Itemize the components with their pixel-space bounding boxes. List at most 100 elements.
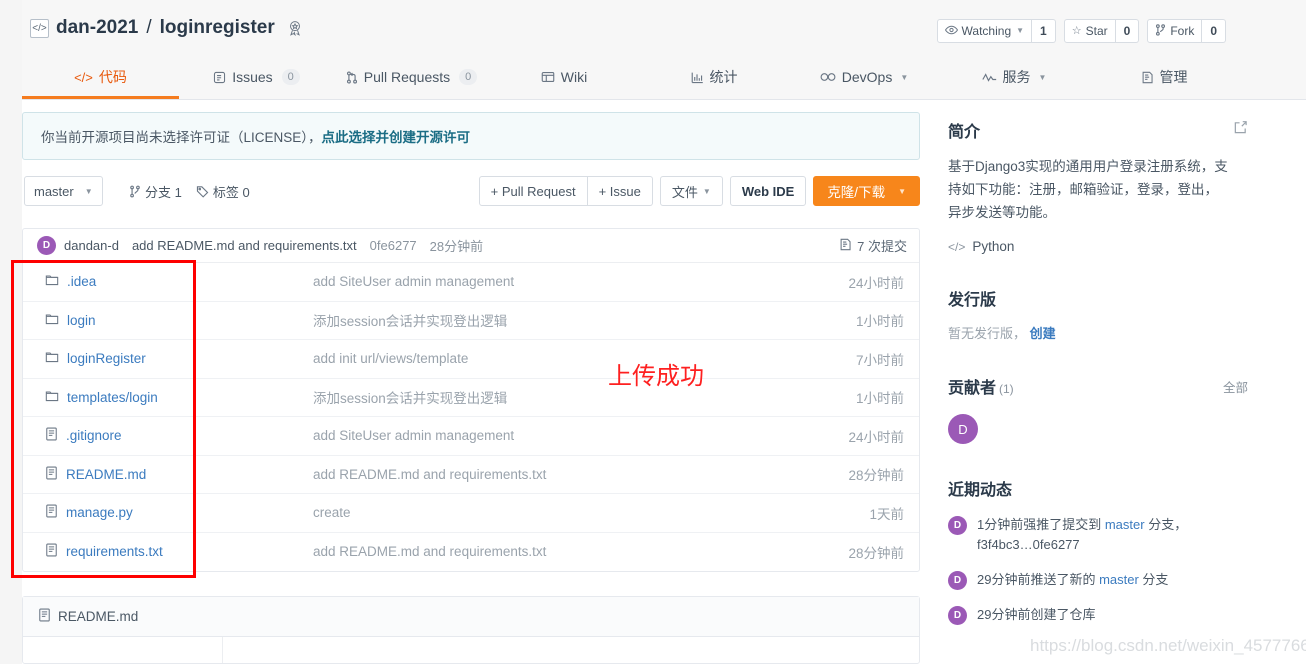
tab-manage[interactable]: 管理 <box>1089 55 1239 99</box>
file-name-cell[interactable]: .gitignore <box>23 427 293 444</box>
file-name-cell[interactable]: login <box>23 312 293 329</box>
repo-name-link[interactable]: loginregister <box>160 17 275 39</box>
tags-label: 标签 0 <box>212 185 250 200</box>
repo-owner-link[interactable]: dan-2021 <box>56 17 138 39</box>
about-section-header: 简介 <box>948 118 1248 142</box>
table-row[interactable]: manage.py create 1天前 <box>23 494 919 533</box>
create-release-link[interactable]: 创建 <box>1030 326 1056 341</box>
folder-icon <box>45 389 59 406</box>
avatar[interactable]: D <box>948 516 967 535</box>
file-commit-message[interactable]: add SiteUser admin management <box>293 274 799 289</box>
fork-count[interactable]: 0 <box>1202 19 1226 43</box>
file-icon <box>45 504 58 521</box>
fork-button[interactable]: Fork <box>1147 19 1203 43</box>
star-button-group[interactable]: ☆ Star 0 <box>1063 19 1140 43</box>
avatar[interactable]: D <box>948 571 967 590</box>
file-name-cell[interactable]: README.md <box>23 466 293 483</box>
tab-wiki-label: Wiki <box>560 69 588 85</box>
tab-wiki[interactable]: Wiki <box>489 55 639 99</box>
commit-sha[interactable]: 0fe6277 <box>370 238 417 253</box>
edit-icon[interactable] <box>1233 120 1248 140</box>
tab-pull-requests-label: Pull Requests <box>363 69 451 85</box>
contributors-all-link[interactable]: 全部 <box>1223 377 1248 396</box>
medal-icon <box>286 19 304 37</box>
avatar[interactable]: D <box>948 414 978 444</box>
file-commit-message[interactable]: create <box>293 505 799 520</box>
issues-icon <box>213 71 226 84</box>
commit-author[interactable]: dandan-d <box>64 238 119 253</box>
repo-nav: </> 代码 Issues 0 Pull Requests 0 Wiki 统计 … <box>22 55 1306 100</box>
table-row[interactable]: README.md add README.md and requirements.… <box>23 456 919 494</box>
file-commit-time: 24小时前 <box>848 429 904 445</box>
new-issue-button[interactable]: + Issue <box>587 176 653 206</box>
tags-link[interactable]: 标签 0 <box>196 182 250 201</box>
clone-download-label: 克隆/下载 <box>827 185 886 200</box>
file-commit-time: 28分钟前 <box>848 545 904 561</box>
star-count[interactable]: 0 <box>1115 19 1140 43</box>
license-banner-link[interactable]: 点此选择并创建开源许可 <box>322 126 471 146</box>
fork-button-group[interactable]: Fork 0 <box>1147 19 1226 43</box>
tab-devops[interactable]: DevOps ▼ <box>789 55 939 99</box>
code-icon: </> <box>948 239 966 254</box>
chart-icon <box>691 71 704 84</box>
watch-button[interactable]: Watching ▼ <box>936 19 1033 43</box>
table-row[interactable]: requirements.txt add README.md and requir… <box>23 533 919 572</box>
file-icon <box>38 608 51 625</box>
file-commit-time: 28分钟前 <box>848 468 904 484</box>
activity-branch-link[interactable]: master <box>1105 517 1145 532</box>
branch-selector[interactable]: master ▼ <box>24 176 103 206</box>
file-name-label: .gitignore <box>66 428 122 444</box>
file-name-label: templates/login <box>67 389 158 405</box>
file-commit-message[interactable]: 添加session会话并实现登出逻辑 <box>293 310 799 330</box>
repo-header: </> dan-2021 / loginregister Watching ▼ … <box>22 0 1306 55</box>
file-commit-message[interactable]: add README.md and requirements.txt <box>293 467 799 482</box>
commits-count-link[interactable]: 7 次提交 <box>839 236 907 255</box>
file-name-cell[interactable]: requirements.txt <box>23 543 293 560</box>
web-ide-button[interactable]: Web IDE <box>729 176 807 206</box>
chevron-down-icon: ▼ <box>900 72 909 82</box>
table-row[interactable]: loginRegister add init url/views/template… <box>23 340 919 379</box>
table-row[interactable]: .gitignore add SiteUser admin management 2… <box>23 417 919 456</box>
file-commit-message[interactable]: add init url/views/template <box>293 351 799 366</box>
repo-action-buttons: Watching ▼ 1 ☆ Star 0 Fork 0 <box>936 19 1226 43</box>
file-name-cell[interactable]: .idea <box>23 273 293 290</box>
file-commit-message[interactable]: add SiteUser admin management <box>293 428 799 443</box>
readme-title: README.md <box>58 609 139 624</box>
file-name-cell[interactable]: loginRegister <box>23 350 293 367</box>
readme-panel: README.md <box>22 596 920 664</box>
tab-pull-requests[interactable]: Pull Requests 0 <box>334 55 489 99</box>
table-row[interactable]: templates/login 添加session会话并实现登出逻辑 1小时前 <box>23 379 919 417</box>
branches-link[interactable]: 分支 1 <box>129 182 182 201</box>
branches-label: 分支 1 <box>145 185 182 200</box>
tab-code[interactable]: </> 代码 <box>22 55 179 99</box>
pull-requests-count: 0 <box>459 69 478 85</box>
breadcrumb-separator: / <box>146 17 152 38</box>
new-pull-request-button[interactable]: + Pull Request <box>478 176 588 206</box>
activity-title: 近期动态 <box>948 482 1013 499</box>
table-row[interactable]: .idea add SiteUser admin management 24小时前 <box>23 263 919 302</box>
activity-branch-link[interactable]: master <box>1099 572 1139 587</box>
repository-page: </> dan-2021 / loginregister Watching ▼ … <box>0 0 1306 664</box>
file-commit-time: 1小时前 <box>855 391 904 407</box>
watch-button-group[interactable]: Watching ▼ 1 <box>936 19 1056 43</box>
table-row[interactable]: login 添加session会话并实现登出逻辑 1小时前 <box>23 302 919 340</box>
clone-download-button[interactable]: 克隆/下载 ▼ <box>813 176 920 206</box>
contributors-header: 贡献者 (1) 全部 <box>948 374 1248 398</box>
star-button[interactable]: ☆ Star <box>1063 19 1116 43</box>
tab-issues-label: Issues <box>232 69 273 85</box>
tab-issues[interactable]: Issues 0 <box>179 55 334 99</box>
tab-service[interactable]: 服务 ▼ <box>939 55 1089 99</box>
file-menu-button[interactable]: 文件 ▼ <box>659 176 723 206</box>
commit-message[interactable]: add README.md and requirements.txt <box>132 238 357 253</box>
watch-count[interactable]: 1 <box>1032 19 1056 43</box>
file-name-cell[interactable]: manage.py <box>23 504 293 521</box>
avatar[interactable]: D <box>948 606 967 625</box>
tab-statistics[interactable]: 统计 <box>639 55 789 99</box>
contributors-title-wrap: 贡献者 (1) <box>948 374 1014 398</box>
file-name-cell[interactable]: templates/login <box>23 389 293 406</box>
file-commit-message[interactable]: 添加session会话并实现登出逻辑 <box>293 387 799 407</box>
activity-prefix: 1分钟前强推了提交到 <box>977 517 1105 532</box>
main-content: 你当前开源项目尚未选择许可证（LICENSE）， 点此选择并创建开源许可 mas… <box>22 112 930 664</box>
file-commit-message[interactable]: add README.md and requirements.txt <box>293 544 799 559</box>
star-icon: ☆ <box>1071 24 1082 37</box>
